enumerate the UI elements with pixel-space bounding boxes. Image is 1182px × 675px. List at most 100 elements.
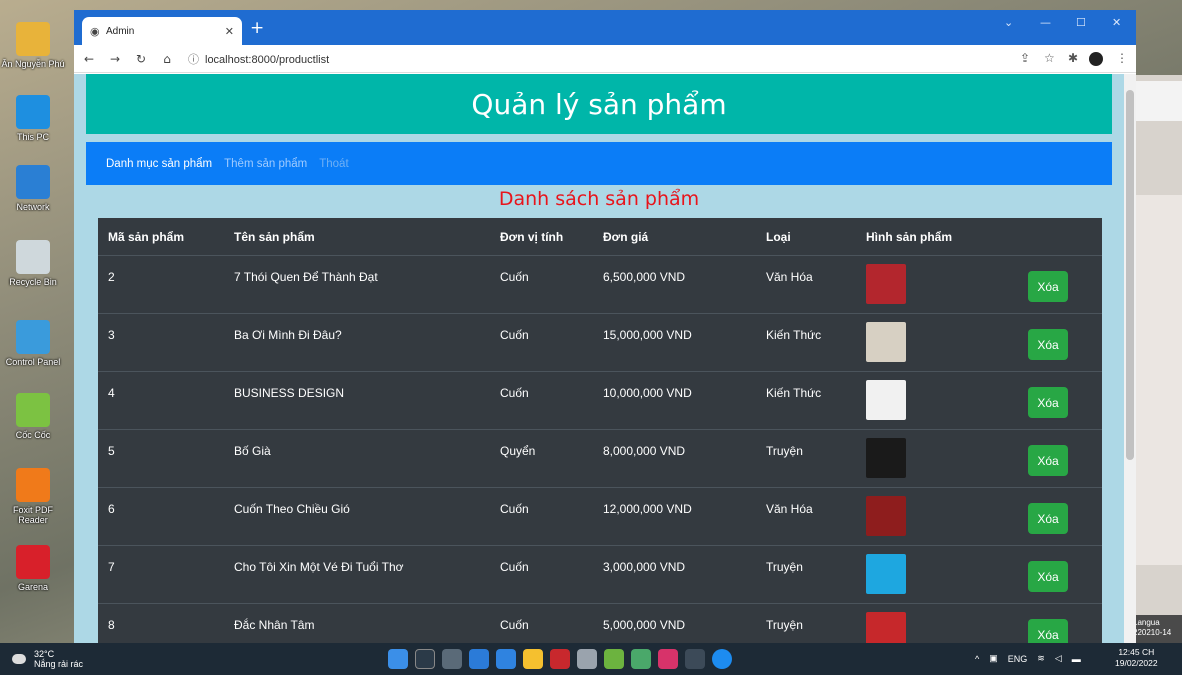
wifi-icon[interactable]: ≋ [1037, 653, 1045, 664]
language-indicator[interactable]: ENG [1008, 654, 1028, 664]
tab-title: Admin [106, 25, 135, 37]
product-thumbnail [866, 264, 906, 304]
star-icon[interactable]: ☆ [1044, 51, 1055, 65]
tab-admin[interactable]: ◉ Admin ✕ [82, 17, 242, 45]
chevron-up-icon[interactable]: ^ [975, 654, 979, 664]
office-icon[interactable] [658, 649, 678, 669]
home-icon[interactable]: ⌂ [156, 52, 178, 66]
profile-avatar[interactable] [1089, 52, 1103, 66]
terminal-icon[interactable] [685, 649, 705, 669]
product-type: Văn Hóa [766, 270, 813, 284]
desktop-icon[interactable]: Foxit PDF Reader [0, 468, 66, 525]
product-unit: Cuốn [500, 270, 529, 284]
clock-date: 19/02/2022 [1115, 658, 1158, 668]
folder-icon[interactable] [523, 649, 543, 669]
desktop-icon[interactable]: This PC [0, 95, 66, 142]
product-price: 15,000,000 VND [603, 328, 692, 342]
menu-icon[interactable]: ⋮ [1116, 51, 1128, 65]
product-thumbnail [866, 380, 906, 420]
clock[interactable]: 12:45 CH 19/02/2022 [1115, 647, 1158, 669]
nav-category-link[interactable]: Danh mục sản phẩm [106, 158, 212, 170]
product-unit: Cuốn [500, 328, 529, 342]
weather-widget[interactable]: 32°C Nắng rải rác [12, 649, 83, 669]
battery-icon[interactable]: ▬ [1072, 654, 1081, 664]
coccoc-icon[interactable] [604, 649, 624, 669]
share-icon[interactable]: ⇪ [1020, 51, 1030, 65]
desktop-icon-label: Foxit PDF Reader [12, 505, 53, 525]
product-thumbnail [866, 554, 906, 594]
app-icon [16, 393, 50, 427]
product-image-cell [866, 430, 1016, 487]
background-window-titlebar [1131, 81, 1182, 121]
delete-button[interactable]: Xóa [1028, 387, 1068, 418]
product-price: 8,000,000 VND [603, 444, 686, 458]
scrollbar-thumb[interactable] [1126, 90, 1134, 460]
product-id: 5 [108, 444, 115, 458]
tray-app-icon[interactable]: ▣ [989, 653, 998, 664]
background-window: Langua 220210-14 [1131, 75, 1182, 643]
app-icon [16, 95, 50, 129]
desktop-icon[interactable]: Garena [0, 545, 66, 592]
desktop-icon[interactable]: Ân Nguyễn Phú [0, 22, 66, 69]
nav-add-product-link[interactable]: Thêm sản phẩm [224, 158, 307, 170]
product-name: Cho Tôi Xin Một Vé Đi Tuổi Thơ [234, 560, 404, 574]
scrollbar[interactable] [1124, 74, 1136, 643]
product-thumbnail [866, 612, 906, 643]
address-bar: ← → ↻ ⌂ ⓘ localhost:8000/productlist ⇪ ☆ … [74, 45, 1136, 73]
app-icon [16, 165, 50, 199]
system-tray: ^ ▣ ENG ≋ ◁ ▬ [975, 653, 1091, 664]
new-tab-icon[interactable]: + [250, 18, 264, 38]
info-icon[interactable]: ⓘ [188, 54, 199, 66]
desktop-icon[interactable]: Recycle Bin [0, 240, 66, 287]
photos-icon[interactable] [577, 649, 597, 669]
window-close-icon[interactable]: ✕ [1112, 16, 1121, 29]
product-unit: Quyển [500, 444, 536, 458]
background-window-content [1131, 195, 1182, 565]
product-id: 7 [108, 560, 115, 574]
volume-icon[interactable]: ◁ [1055, 653, 1062, 664]
product-type: Văn Hóa [766, 502, 813, 516]
delete-button[interactable]: Xóa [1028, 329, 1068, 360]
chevron-down-icon[interactable]: ⌄ [1004, 16, 1013, 29]
windows-start-icon[interactable] [388, 649, 408, 669]
table-row: 3 Ba Ơi Mình Đi Đâu? Cuốn 15,000,000 VND Kiế… [98, 314, 1102, 372]
page-header: Quản lý sản phẩm [86, 74, 1112, 134]
reload-icon[interactable]: ↻ [130, 52, 152, 66]
app-icon [16, 320, 50, 354]
chat-icon[interactable] [469, 649, 489, 669]
product-price: 5,000,000 VND [603, 618, 686, 632]
search-icon[interactable] [415, 649, 435, 669]
delete-button[interactable]: Xóa [1028, 271, 1068, 302]
product-image-cell [866, 546, 1016, 603]
zalo-icon[interactable] [712, 649, 732, 669]
desktop-icon-label: Control Panel [5, 357, 61, 367]
url-input[interactable]: ⓘ localhost:8000/productlist [188, 51, 329, 67]
forward-icon[interactable]: → [104, 52, 126, 66]
extensions-icon[interactable]: ✱ [1068, 51, 1078, 65]
close-icon[interactable]: ✕ [225, 25, 234, 38]
delete-button[interactable]: Xóa [1028, 561, 1068, 592]
task-view-icon[interactable] [442, 649, 462, 669]
product-id: 2 [108, 270, 115, 284]
table-row: 7 Cho Tôi Xin Một Vé Đi Tuổi Thơ Cuốn 3,000… [98, 546, 1102, 604]
nav-bar: Danh mục sản phẩm Thêm sản phẩm Thoát [86, 142, 1112, 185]
desktop-icon[interactable]: Network [0, 165, 66, 212]
maximize-icon[interactable]: ☐ [1076, 16, 1086, 29]
delete-button[interactable]: Xóa [1028, 619, 1068, 643]
product-image-cell [866, 314, 1016, 371]
edge-icon[interactable] [496, 649, 516, 669]
back-icon[interactable]: ← [78, 52, 100, 66]
nav-logout-link[interactable]: Thoát [319, 158, 348, 170]
url-text: localhost:8000/productlist [205, 53, 330, 66]
minimize-icon[interactable]: — [1040, 16, 1051, 29]
product-thumbnail [866, 438, 906, 478]
desktop-icon[interactable]: Cốc Cốc [0, 393, 66, 440]
app-icon[interactable] [631, 649, 651, 669]
garena-icon[interactable] [550, 649, 570, 669]
product-name: Ba Ơi Mình Đi Đâu? [234, 328, 342, 342]
product-id: 6 [108, 502, 115, 516]
delete-button[interactable]: Xóa [1028, 503, 1068, 534]
table-row: 8 Đắc Nhân Tâm Cuốn 5,000,000 VND Truyện Xóa [98, 604, 1102, 643]
desktop-icon[interactable]: Control Panel [0, 320, 66, 367]
delete-button[interactable]: Xóa [1028, 445, 1068, 476]
